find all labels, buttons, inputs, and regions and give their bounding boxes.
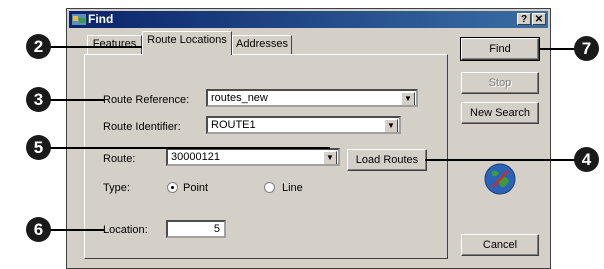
title-bar[interactable]: Find ? ✕ xyxy=(69,11,548,28)
load-routes-button[interactable]: Load Routes xyxy=(347,149,427,171)
location-value: 5 xyxy=(213,223,220,235)
chevron-down-icon[interactable]: ▼ xyxy=(384,119,398,132)
callout-7: 7 xyxy=(574,36,599,61)
route-identifier-value: ROUTE1 xyxy=(211,119,256,131)
route-dropdown[interactable]: 30000121 ▼ xyxy=(166,148,340,166)
callout-4: 4 xyxy=(574,147,599,172)
window-title: Find xyxy=(88,12,114,26)
type-label: Type: xyxy=(103,182,130,194)
callout-3: 3 xyxy=(26,87,51,112)
globe-icon xyxy=(484,163,516,195)
route-value: 30000121 xyxy=(171,151,220,163)
new-search-button[interactable]: New Search xyxy=(461,102,539,124)
route-identifier-label: Route Identifier: xyxy=(103,121,181,133)
line-radio[interactable] xyxy=(264,182,275,193)
route-reference-value: routes_new xyxy=(211,92,268,104)
location-label: Location: xyxy=(103,224,148,236)
stop-button[interactable]: Stop xyxy=(461,72,539,94)
route-identifier-dropdown[interactable]: ROUTE1 ▼ xyxy=(206,116,401,134)
tab-route-locations[interactable]: Route Locations xyxy=(142,31,232,55)
close-button[interactable]: ✕ xyxy=(532,13,546,25)
location-input[interactable]: 5 xyxy=(166,220,226,238)
find-button[interactable]: Find xyxy=(460,37,540,61)
line-radio-label: Line xyxy=(282,182,303,194)
callout-3-leader xyxy=(49,99,104,101)
point-radio[interactable] xyxy=(167,182,178,193)
callout-6-leader xyxy=(49,229,104,231)
route-reference-dropdown[interactable]: routes_new ▼ xyxy=(206,89,418,107)
callout-7-leader xyxy=(539,48,579,50)
help-button[interactable]: ? xyxy=(517,13,531,25)
point-radio-label: Point xyxy=(183,182,209,194)
find-app-icon xyxy=(72,14,86,25)
callout-5: 5 xyxy=(26,135,51,160)
route-label: Route: xyxy=(103,153,136,165)
callout-2-leader xyxy=(49,46,144,48)
callout-2: 2 xyxy=(26,34,51,59)
callout-6: 6 xyxy=(26,217,51,242)
tab-features[interactable]: Features xyxy=(87,35,142,54)
tab-addresses[interactable]: Addresses xyxy=(232,35,292,54)
callout-4-leader xyxy=(425,159,579,161)
route-reference-label: Route Reference: xyxy=(103,94,190,106)
callout-5-leader xyxy=(49,147,330,149)
cancel-button[interactable]: Cancel xyxy=(461,234,539,256)
chevron-down-icon[interactable]: ▼ xyxy=(401,92,415,105)
chevron-down-icon[interactable]: ▼ xyxy=(323,151,337,164)
